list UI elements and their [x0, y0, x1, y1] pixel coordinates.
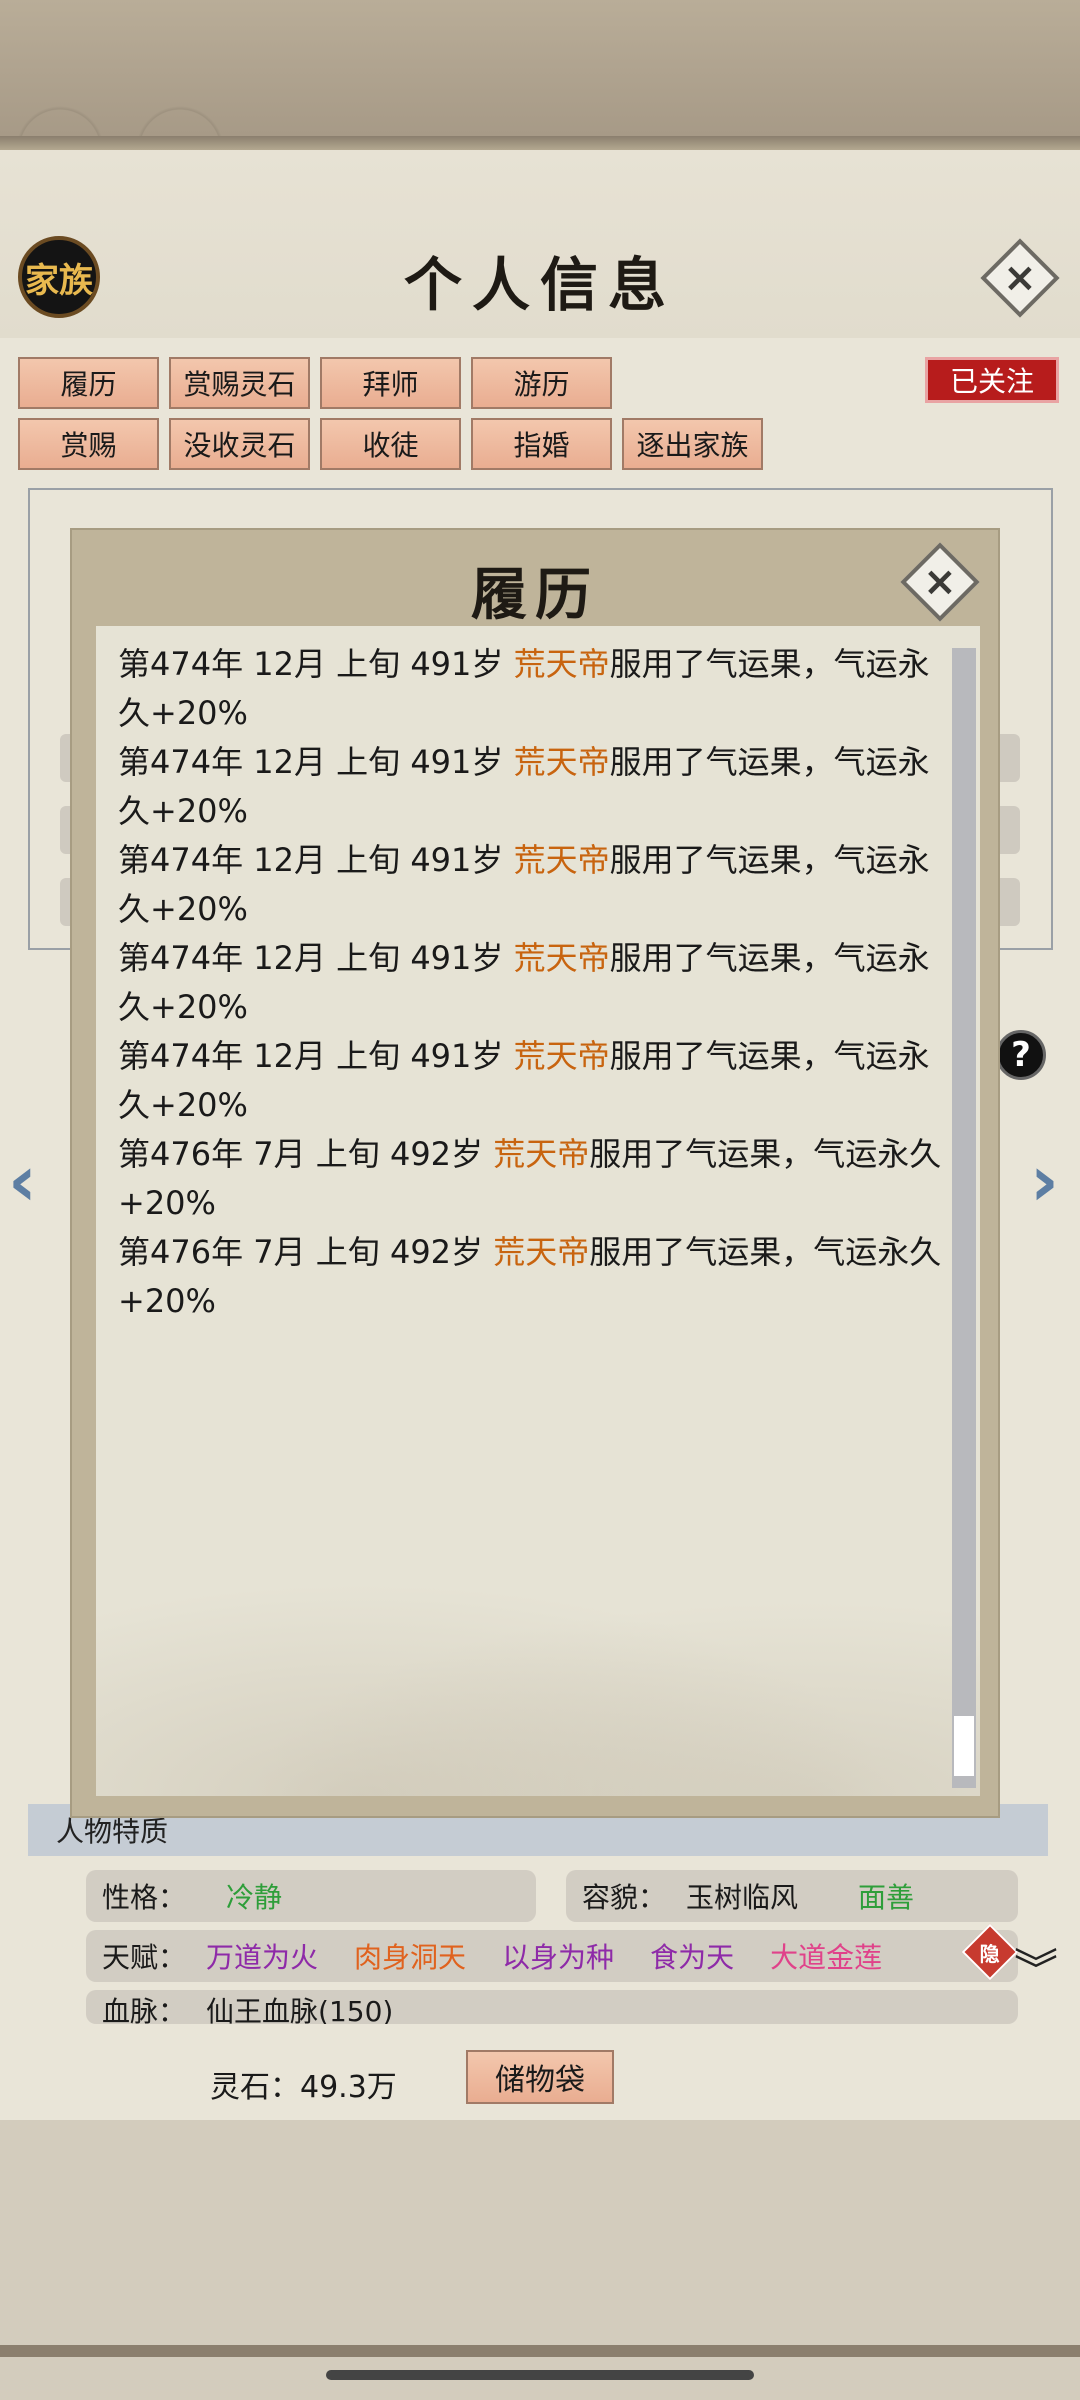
- modal-title: 履历: [471, 562, 599, 628]
- family-badge[interactable]: 家族: [18, 236, 100, 318]
- resume-button[interactable]: 履历: [18, 357, 159, 409]
- appearance-value: 玉树临风: [686, 1881, 799, 1914]
- expand-down-icon[interactable]: ︾: [1014, 1948, 1058, 1993]
- resume-modal: 履历 × 第474年 12月 上旬 491岁 荒天帝服用了气运果，气运永久+20…: [70, 528, 1000, 1818]
- prev-arrow-icon[interactable]: ‹: [8, 1140, 37, 1222]
- talent-tag[interactable]: 食为天: [650, 1936, 734, 1976]
- personality-label: 性格：: [102, 1881, 187, 1914]
- appearance-label: 容貌：: [582, 1881, 667, 1914]
- talent-tag[interactable]: 万道为火: [206, 1936, 318, 1976]
- apprentice-button[interactable]: 拜师: [320, 357, 461, 409]
- personality-value: 冷静: [226, 1881, 283, 1914]
- reward-button[interactable]: 赏赐: [18, 418, 159, 470]
- take-disciple-button[interactable]: 收徒: [320, 418, 461, 470]
- log-scrollbar[interactable]: [952, 648, 976, 1788]
- storage-bag-button[interactable]: 储物袋: [466, 2050, 614, 2104]
- bloodline-value: 仙王血脉(150): [206, 1995, 394, 2024]
- action-row-2: 赏赐 没收灵石 收徒 指婚 逐出家族: [18, 418, 763, 470]
- mountain-watermark: [96, 1546, 980, 1796]
- appearance-box: 容貌： 玉树临风 面善: [566, 1870, 1018, 1922]
- hidden-badge-label: 隐: [980, 1941, 1000, 1966]
- log-entry: 第476年 7月 上旬 492岁 荒天帝服用了气运果，气运永久+20%: [118, 1233, 942, 1320]
- page-title: 个人信息: [403, 251, 676, 319]
- travel-button[interactable]: 游历: [471, 357, 612, 409]
- close-symbol: ×: [1003, 254, 1037, 301]
- spirit-stone-amount: 灵石：49.3万: [210, 2070, 397, 2105]
- help-icon[interactable]: ?: [996, 1030, 1046, 1080]
- bloodline-label: 血脉：: [102, 1995, 187, 2024]
- log-entry: 第476年 7月 上旬 492岁 荒天帝服用了气运果，气运永久+20%: [118, 1135, 942, 1222]
- personality-box: 性格： 冷静: [86, 1870, 536, 1922]
- follow-button[interactable]: 已关注: [925, 357, 1059, 403]
- arrange-marriage-button[interactable]: 指婚: [471, 418, 612, 470]
- bloodline-box: 血脉： 仙王血脉(150): [86, 1990, 1018, 2024]
- talent-label: 天赋：: [102, 1941, 187, 1974]
- appearance-tag: 面善: [858, 1881, 915, 1914]
- expel-button[interactable]: 逐出家族: [622, 418, 763, 470]
- talent-box: 天赋： 万道为火 肉身洞天 以身为种 食为天 大道金莲: [86, 1930, 1018, 1982]
- next-arrow-icon[interactable]: ›: [1030, 1140, 1059, 1222]
- resume-log-panel[interactable]: 第474年 12月 上旬 491岁 荒天帝服用了气运果，气运永久+20% 第47…: [96, 626, 980, 1796]
- talent-tag[interactable]: 肉身洞天: [354, 1936, 466, 1976]
- lower-background: [0, 2120, 1080, 2400]
- home-indicator[interactable]: [326, 2370, 754, 2380]
- log-entry: 第474年 12月 上旬 491岁 荒天帝服用了气运果，气运永久+20%: [118, 1037, 930, 1124]
- talent-tag[interactable]: 以身为种: [502, 1936, 614, 1976]
- talent-tag[interactable]: 大道金莲: [770, 1936, 882, 1976]
- log-entry: 第474年 12月 上旬 491岁 荒天帝服用了气运果，气运永久+20%: [118, 939, 930, 1026]
- reward-stone-button[interactable]: 赏赐灵石: [169, 357, 310, 409]
- top-banner: [0, 0, 1080, 150]
- log-entry: 第474年 12月 上旬 491岁 荒天帝服用了气运果，气运永久+20%: [118, 645, 930, 732]
- log-entry: 第474年 12月 上旬 491岁 荒天帝服用了气运果，气运永久+20%: [118, 841, 930, 928]
- resume-log-list: 第474年 12月 上旬 491岁 荒天帝服用了气运果，气运永久+20% 第47…: [118, 640, 948, 1326]
- log-scrollbar-thumb[interactable]: [954, 1716, 974, 1776]
- action-row-1: 履历 赏赐灵石 拜师 游历: [18, 357, 612, 409]
- log-entry: 第474年 12月 上旬 491岁 荒天帝服用了气运果，气运永久+20%: [118, 743, 930, 830]
- modal-close-symbol: ×: [923, 558, 957, 605]
- confiscate-stone-button[interactable]: 没收灵石: [169, 418, 310, 470]
